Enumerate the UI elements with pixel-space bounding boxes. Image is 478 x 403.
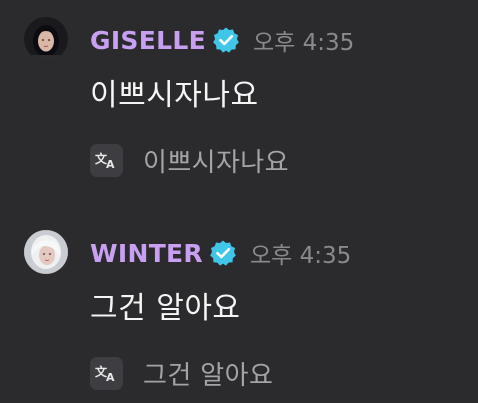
timestamp: 오후 4:35: [249, 243, 352, 269]
translate-icon[interactable]: 文 A: [90, 356, 123, 390]
translated-text: 그건 알아요: [143, 360, 274, 391]
translation-row: 文 A 이쁘시자나요: [90, 143, 289, 178]
svg-text:A: A: [106, 158, 115, 170]
translated-text: 이쁘시자나요: [143, 147, 289, 178]
avatar-photo-icon: [24, 230, 68, 274]
username[interactable]: WINTER: [90, 239, 203, 268]
svg-text:A: A: [106, 371, 115, 383]
username[interactable]: GISELLE: [90, 26, 206, 55]
timestamp: 오후 4:35: [252, 30, 355, 56]
message-header: WINTER 오후 4:35: [90, 236, 351, 270]
avatar-photo-icon: [24, 17, 68, 61]
translate-icon[interactable]: 文 A: [90, 143, 123, 177]
avatar[interactable]: [24, 230, 68, 274]
verified-badge-icon: [209, 239, 237, 267]
message-text: 그건 알아요: [90, 291, 241, 326]
verified-badge-icon: [212, 26, 240, 54]
translation-row: 文 A 그건 알아요: [90, 356, 274, 391]
message-text: 이쁘시자나요: [90, 78, 259, 113]
avatar[interactable]: [24, 17, 68, 61]
message-header: GISELLE 오후 4:35: [90, 23, 354, 57]
